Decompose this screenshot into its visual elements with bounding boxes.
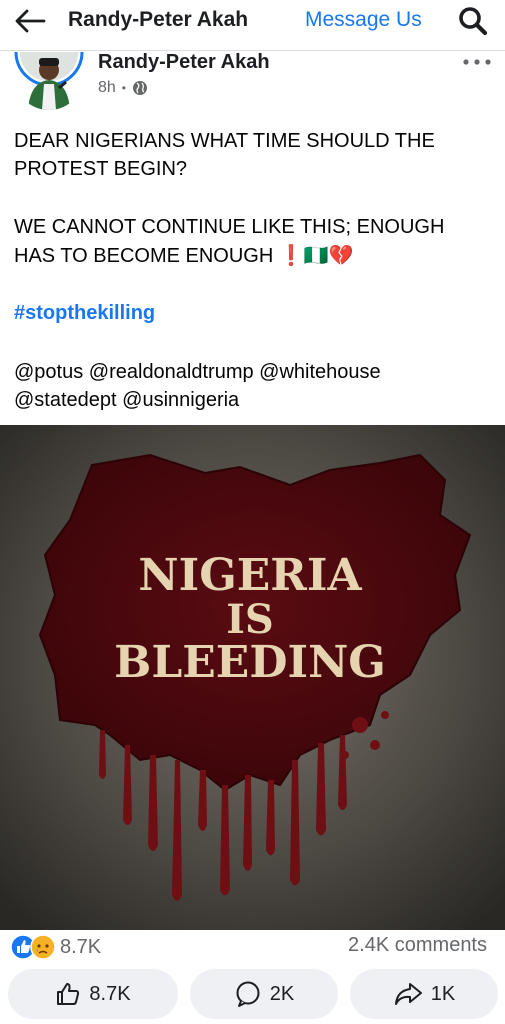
mentions-line[interactable]: @potus @realdonaldtrump @whitehouse [14, 358, 494, 386]
search-button[interactable] [454, 4, 492, 38]
post-text-line-with-emojis: HAS TO BECOME ENOUGH ❗🇳🇬💔 [14, 241, 494, 270]
post-author-name[interactable]: Randy-Peter Akah [98, 51, 270, 74]
avatar[interactable] [14, 52, 84, 110]
image-text-line-2: IS [226, 596, 274, 643]
like-count: 8.7K [89, 982, 131, 1005]
share-button[interactable]: 1K [350, 969, 498, 1019]
more-options-button[interactable] [460, 52, 494, 72]
post-text-line: HAS TO BECOME ENOUGH [14, 245, 274, 267]
mentions-line[interactable]: @statedept @usinnigeria [14, 386, 494, 414]
sad-reaction-icon [30, 934, 56, 960]
comments-count[interactable]: 2.4K comments [348, 934, 487, 957]
post-emojis: ❗🇳🇬💔 [278, 243, 354, 267]
back-arrow-icon [15, 9, 46, 33]
share-count: 1K [430, 982, 456, 1005]
top-bar: Randy-Peter Akah Message Us [0, 0, 505, 44]
post-meta: 8h • [98, 79, 148, 97]
globe-icon [133, 81, 147, 95]
post-body-paragraph-2: WE CANNOT CONTINUE LIKE THIS; ENOUGH HAS… [14, 213, 494, 270]
search-icon [459, 7, 488, 36]
share-icon [394, 983, 422, 1005]
page-title: Randy-Peter Akah [68, 8, 249, 31]
reactions-summary[interactable]: 8.7K [10, 934, 101, 960]
post-mentions: @potus @realdonaldtrump @whitehouse @sta… [14, 358, 494, 414]
hashtag-link[interactable]: #stopthekilling [14, 299, 494, 327]
post-text-line: WE CANNOT CONTINUE LIKE THIS; ENOUGH [14, 216, 445, 238]
image-text-line-3: BLEEDING [114, 637, 386, 688]
post-text-line: PROTEST BEGIN? [14, 158, 188, 180]
message-us-link[interactable]: Message Us [305, 8, 422, 32]
comment-count: 2K [269, 982, 295, 1005]
image-text-line-1: NIGERIA [138, 550, 362, 601]
post-text-line: DEAR NIGERIANS WHAT TIME SHOULD THE [14, 130, 435, 152]
thumbs-up-icon [57, 983, 80, 1005]
post-body-paragraph-1: DEAR NIGERIANS WHAT TIME SHOULD THE PROT… [14, 127, 494, 183]
comment-button[interactable]: 2K [190, 969, 338, 1019]
back-button[interactable] [10, 4, 50, 38]
meta-separator: • [121, 81, 126, 95]
post-hashtag-row: #stopthekilling [14, 299, 494, 327]
comment-icon [236, 981, 260, 1007]
post-time[interactable]: 8h [98, 79, 116, 97]
like-button[interactable]: 8.7K [8, 969, 178, 1019]
post-image[interactable]: NIGERIA IS BLEEDING [0, 425, 505, 930]
more-options-icon [463, 59, 491, 65]
reactions-count[interactable]: 8.7K [60, 936, 101, 959]
